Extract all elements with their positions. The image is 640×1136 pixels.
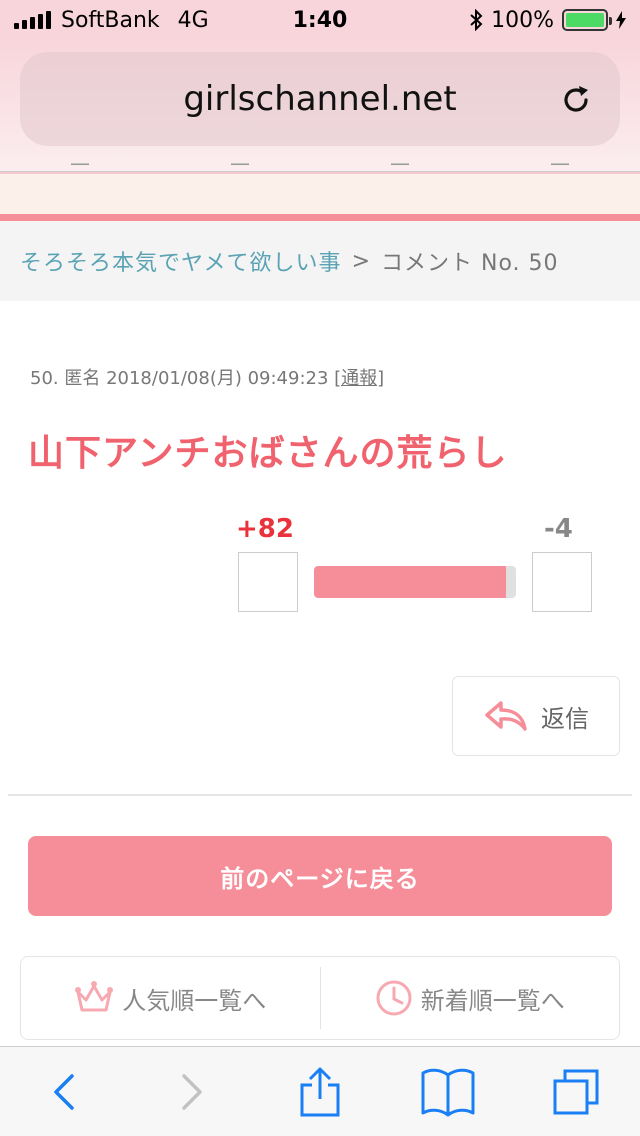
tabs-button[interactable] [544, 1060, 608, 1124]
site-nav-peek: — — — — [0, 158, 640, 172]
minus-count: -4 [544, 514, 573, 544]
header-accent-line [0, 214, 640, 221]
battery-icon [562, 9, 612, 31]
reload-icon[interactable] [558, 82, 594, 118]
popular-list-label: 人気順一覧へ [122, 986, 267, 1015]
reply-button[interactable]: 返信 [452, 676, 620, 756]
tabs-icon [553, 1069, 599, 1114]
share-icon [300, 1067, 340, 1116]
battery-level [566, 13, 604, 27]
vote-ratio-fill [314, 566, 506, 598]
network-label: 4G [177, 7, 209, 33]
address-bar-area: girlschannel.net — — — — [0, 40, 640, 172]
clock-icon [376, 980, 412, 1016]
reply-arrow-icon [485, 701, 527, 731]
nav-peek-1: — [70, 158, 90, 172]
reply-label: 返信 [541, 704, 589, 733]
vote-ratio-bar [314, 566, 516, 598]
breadcrumb-current: コメント No. 50 [381, 251, 559, 276]
status-left: SoftBank 4G [14, 8, 209, 33]
chevron-right-icon [182, 1073, 202, 1110]
share-button[interactable] [288, 1060, 352, 1124]
bluetooth-icon [470, 9, 483, 31]
url-text[interactable]: girlschannel.net [183, 79, 456, 119]
nav-peek-4: — [550, 158, 570, 172]
vote-plus-button[interactable] [238, 552, 298, 612]
back-nav-button[interactable] [32, 1060, 96, 1124]
nav-peek-2: — [230, 158, 250, 172]
ranking-nav: 人気順一覧へ 新着順一覧へ [20, 956, 620, 1040]
browser-toolbar [0, 1046, 640, 1136]
vote-minus-button[interactable] [532, 552, 592, 612]
status-bar: SoftBank 4G 1:40 100% [0, 0, 640, 40]
breadcrumb: そろそろ本気でヤメて欲しい事 > コメント No. 50 [0, 221, 640, 301]
charging-icon [616, 11, 626, 29]
address-bar[interactable]: girlschannel.net [20, 52, 620, 146]
popular-list-link[interactable]: 人気順一覧へ [21, 957, 320, 1039]
comment-meta-text: 50. 匿名 2018/01/08(月) 09:49:23 [30, 368, 335, 389]
screen: SoftBank 4G 1:40 100% girlschannel.net —… [0, 0, 640, 1136]
crown-icon [75, 981, 114, 1012]
newest-list-label: 新着順一覧へ [420, 986, 565, 1015]
site-header-band [0, 172, 640, 216]
back-button-label: 前のページに戻る [220, 864, 420, 893]
forward-nav-button[interactable] [160, 1060, 224, 1124]
chevron-left-icon [54, 1073, 74, 1110]
bookmarks-button[interactable] [416, 1060, 480, 1124]
comment-meta: 50. 匿名 2018/01/08(月) 09:49:23 [通報] [30, 364, 384, 390]
plus-count: +82 [236, 514, 294, 544]
newest-list-link[interactable]: 新着順一覧へ [321, 957, 620, 1039]
battery-percent: 100% [491, 7, 554, 33]
back-to-previous-page-button[interactable]: 前のページに戻る [28, 836, 612, 916]
comment-body: 山下アンチおばさんの荒らし [28, 433, 508, 474]
book-icon [421, 1068, 475, 1116]
divider [8, 794, 632, 796]
signal-icon [14, 11, 51, 29]
status-right: 100% [469, 8, 626, 33]
breadcrumb-separator: > [351, 248, 371, 274]
breadcrumb-topic-link[interactable]: そろそろ本気でヤメて欲しい事 [20, 245, 342, 277]
report-link[interactable]: [通報] [334, 368, 384, 389]
carrier-label: SoftBank [61, 7, 160, 33]
nav-peek-3: — [390, 158, 410, 172]
